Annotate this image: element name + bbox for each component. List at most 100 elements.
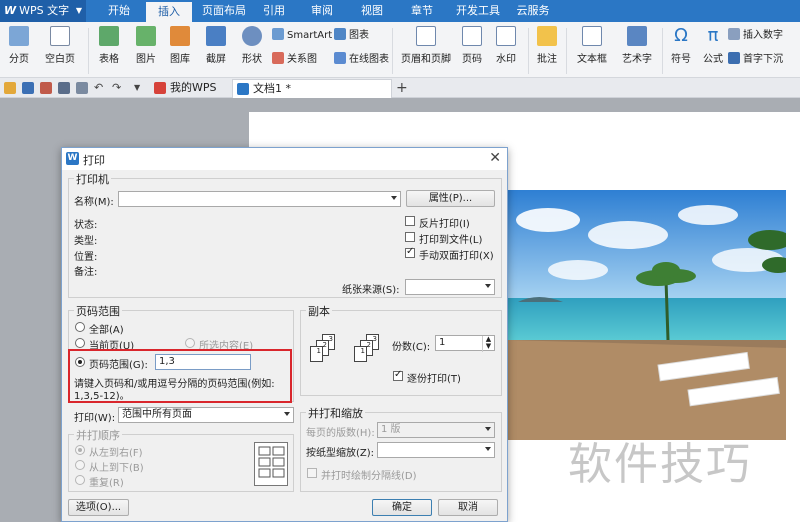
- copies-legend: 副本: [306, 303, 332, 319]
- collate-checkbox[interactable]: [393, 369, 403, 381]
- omega-icon: Ω: [674, 25, 688, 46]
- order-left-right-radio[interactable]: [75, 445, 85, 455]
- table-icon: [99, 26, 119, 46]
- doc-tab-my-wps[interactable]: 我的WPS: [150, 79, 232, 98]
- redo-icon[interactable]: ↷: [112, 82, 124, 94]
- printer-name-label: 名称(M):: [74, 197, 114, 208]
- page-number-button[interactable]: 页码: [456, 26, 488, 65]
- status-label: 状态:: [74, 220, 98, 231]
- ribbon-divider: [88, 28, 89, 74]
- watermark-button[interactable]: 水印: [490, 26, 522, 65]
- range-all-radio[interactable]: [75, 322, 85, 332]
- relation-chart-button[interactable]: 关系图: [272, 52, 317, 67]
- chevron-down-icon: [485, 284, 491, 288]
- chevron-down-icon: [284, 412, 290, 416]
- shapes-icon: [242, 26, 262, 46]
- spinner-icon[interactable]: ▲ ▼: [482, 336, 494, 352]
- scale-to-paper-select[interactable]: [377, 442, 495, 458]
- print-to-file-checkbox[interactable]: [405, 232, 415, 242]
- print-dialog: W 打印 ✕ 打印机 名称(M): 属性(P)... 状态: 类型: 位置: 备…: [61, 147, 508, 522]
- header-footer-icon: [416, 26, 436, 46]
- pi-icon: π: [707, 25, 719, 46]
- order-top-bottom-radio[interactable]: [75, 460, 85, 470]
- picture-button[interactable]: 图片: [130, 26, 162, 65]
- formula-button[interactable]: π 公式: [700, 25, 726, 66]
- dialog-title-bar[interactable]: W 打印 ✕: [62, 148, 507, 170]
- print-preview-icon[interactable]: [76, 82, 88, 94]
- tab-chapter[interactable]: 章节: [404, 0, 440, 22]
- insert-number-button[interactable]: 插入数字: [728, 28, 783, 43]
- manual-duplex-checkbox[interactable]: [405, 246, 415, 258]
- drop-cap-button[interactable]: 首字下沉: [728, 52, 783, 67]
- pages-per-sheet-select[interactable]: 1 版: [377, 422, 495, 438]
- tab-references[interactable]: 引用: [256, 0, 292, 22]
- ribbon-divider: [662, 28, 663, 74]
- copies-count-input[interactable]: 1 ▲ ▼: [435, 335, 495, 352]
- printer-name-select[interactable]: [118, 191, 401, 207]
- app-menu-button[interactable]: W WPS 文字 ▼: [0, 0, 86, 22]
- title-bar: W WPS 文字 ▼ 开始 插入 页面布局 引用 审阅 视图 章节 开发工具 云服…: [0, 0, 800, 22]
- online-chart-button[interactable]: 在线图表: [334, 52, 389, 67]
- textbox-button[interactable]: 文本框: [572, 26, 612, 65]
- blank-page-button[interactable]: 空白页: [40, 26, 80, 65]
- watermark-text: 软件技巧: [568, 439, 752, 490]
- range-selection-radio[interactable]: [185, 338, 195, 348]
- export-pdf-icon[interactable]: [40, 82, 52, 94]
- table-button[interactable]: 表格: [94, 26, 124, 65]
- relation-icon: [272, 52, 284, 64]
- tab-developer[interactable]: 开发工具: [450, 0, 506, 22]
- location-label: 位置:: [74, 252, 98, 263]
- new-tab-button[interactable]: +: [394, 79, 410, 98]
- reverse-print-label: 反片打印(I): [419, 219, 470, 230]
- tab-review[interactable]: 审阅: [304, 0, 340, 22]
- shapes-button[interactable]: 形状: [236, 26, 268, 65]
- highlight-annotation-box: [68, 349, 292, 403]
- tab-insert[interactable]: 插入: [146, 0, 192, 22]
- ok-button[interactable]: 确定: [372, 499, 432, 516]
- print-icon[interactable]: [58, 82, 70, 94]
- save-icon[interactable]: [22, 82, 34, 94]
- reverse-print-checkbox[interactable]: [405, 216, 415, 226]
- draw-separator-checkbox[interactable]: [307, 468, 317, 478]
- screenshot-button[interactable]: 截屏: [200, 26, 232, 65]
- gallery-button[interactable]: 图库: [164, 26, 196, 65]
- textbox-icon: [582, 26, 602, 46]
- chevron-down-icon: [391, 196, 397, 200]
- wordart-button[interactable]: 艺术字: [616, 26, 658, 65]
- range-current-radio[interactable]: [75, 338, 85, 348]
- chart-button[interactable]: 图表: [334, 28, 369, 43]
- order-repeat-radio[interactable]: [75, 475, 85, 485]
- chevron-down-icon: ▼: [75, 6, 82, 15]
- cancel-button[interactable]: 取消: [438, 499, 498, 516]
- inserted-beach-photo[interactable]: [508, 190, 786, 440]
- options-button[interactable]: 选项(O)...: [68, 499, 129, 516]
- symbol-button[interactable]: Ω 符号: [666, 25, 696, 66]
- doc-tab-document1[interactable]: 文档1 *: [232, 79, 392, 98]
- pages-per-sheet-label: 每页的版数(H):: [306, 428, 375, 439]
- page-range-legend: 页码范围: [74, 303, 122, 319]
- wps-icon: [154, 82, 166, 94]
- tab-view[interactable]: 视图: [354, 0, 390, 22]
- collate-order-legend: 并打顺序: [74, 427, 122, 443]
- online-chart-icon: [334, 52, 346, 64]
- page-break-button[interactable]: 分页: [6, 26, 32, 65]
- paper-source-select[interactable]: [405, 279, 495, 295]
- ribbon-toolbar: 分页 空白页 表格 图片 图库 截屏 形状 SmartArt 图表 关系图 在线…: [0, 22, 800, 78]
- print-what-select[interactable]: 范围中所有页面: [118, 407, 294, 423]
- print-what-label: 打印(W):: [74, 413, 116, 424]
- header-footer-button[interactable]: 页眉和页脚: [398, 26, 454, 65]
- comment-button[interactable]: 批注: [534, 26, 560, 65]
- tab-cloud[interactable]: 云服务: [510, 0, 556, 22]
- properties-button[interactable]: 属性(P)...: [406, 190, 495, 207]
- chart-icon: [334, 28, 346, 40]
- wps-logo-icon: W: [66, 152, 79, 165]
- undo-icon[interactable]: ↶: [94, 82, 106, 94]
- watermark-icon: [496, 26, 516, 46]
- close-icon[interactable]: ✕: [489, 150, 501, 166]
- smartart-button[interactable]: SmartArt: [272, 28, 332, 43]
- tab-home[interactable]: 开始: [98, 0, 140, 22]
- tab-page-layout[interactable]: 页面布局: [196, 0, 252, 22]
- order-preview-icon: [254, 442, 288, 486]
- customize-dropdown-icon[interactable]: ▼: [134, 82, 146, 94]
- open-icon[interactable]: [4, 82, 16, 94]
